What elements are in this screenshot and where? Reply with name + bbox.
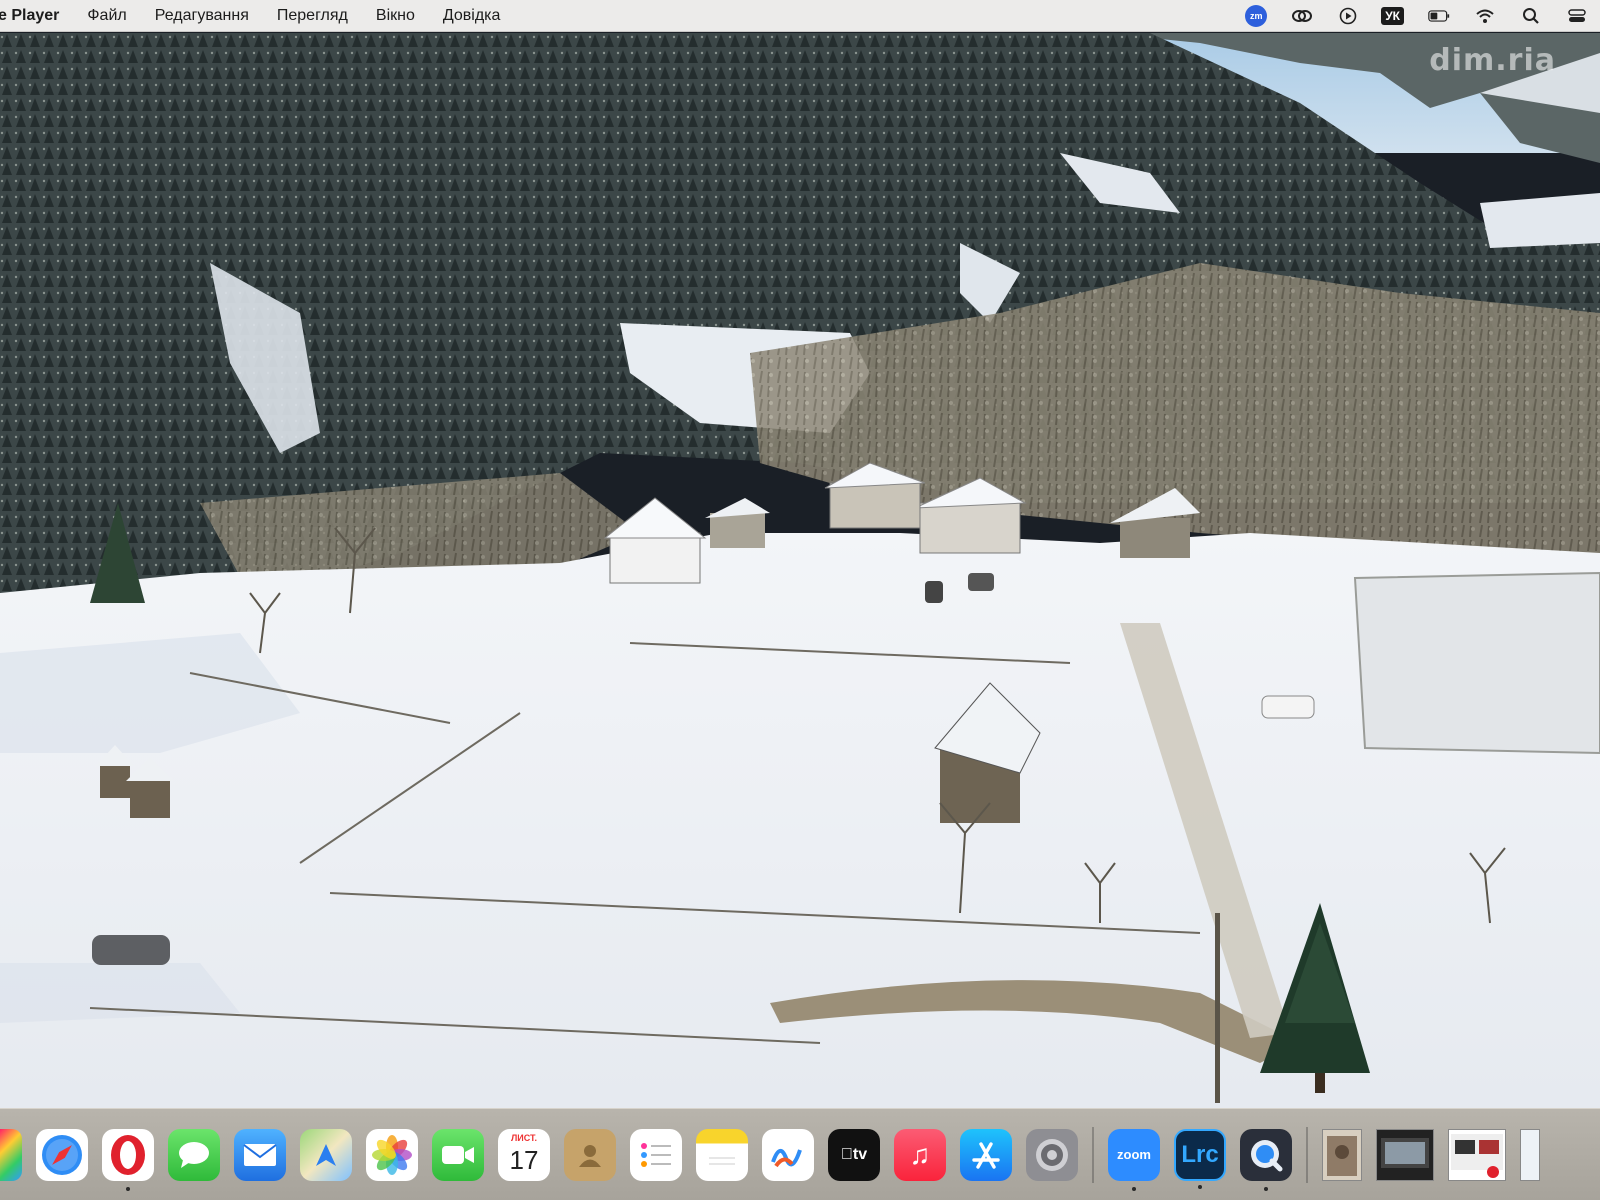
- launchpad-icon[interactable]: [0, 1128, 22, 1181]
- control-center-icon[interactable]: [1566, 5, 1588, 27]
- photos-icon[interactable]: [366, 1128, 418, 1181]
- system-settings-icon[interactable]: [1026, 1128, 1078, 1181]
- minimized-window-opera[interactable]: [1448, 1128, 1506, 1181]
- mail-icon[interactable]: [234, 1128, 286, 1181]
- lightroom-classic-icon[interactable]: Lrc: [1174, 1128, 1226, 1189]
- watermark-logo: dim.ria: [1429, 43, 1556, 78]
- opera-icon[interactable]: [102, 1128, 154, 1191]
- aerial-village-photo: dim.ria: [0, 33, 1600, 1108]
- input-language-badge[interactable]: УК: [1381, 7, 1404, 25]
- minimized-window-photo[interactable]: [1322, 1128, 1362, 1181]
- menu-bar: e Player Файл Редагування Перегляд Вікно…: [0, 0, 1600, 32]
- calendar-icon[interactable]: ЛИСТ. 17: [498, 1128, 550, 1181]
- zoom-status-icon[interactable]: zm: [1245, 5, 1268, 27]
- menu-file[interactable]: Файл: [87, 7, 126, 25]
- notes-icon[interactable]: [696, 1128, 748, 1181]
- music-icon[interactable]: ♫: [894, 1128, 946, 1181]
- dock: ЛИСТ. 17 tv ♫ zoom Lrc: [0, 1108, 1600, 1200]
- safari-icon[interactable]: [36, 1128, 88, 1181]
- menu-window[interactable]: Вікно: [376, 7, 415, 25]
- facetime-icon[interactable]: [432, 1128, 484, 1181]
- reminders-icon[interactable]: [630, 1128, 682, 1181]
- app-store-icon[interactable]: [960, 1128, 1012, 1181]
- dock-separator-2: [1306, 1126, 1308, 1183]
- minimized-window-document[interactable]: [1520, 1128, 1540, 1181]
- battery-icon[interactable]: [1428, 5, 1450, 27]
- menu-help[interactable]: Довідка: [443, 7, 501, 25]
- creative-cloud-icon[interactable]: [1291, 5, 1313, 27]
- quicktime-player-icon[interactable]: [1240, 1128, 1292, 1191]
- search-icon[interactable]: [1520, 5, 1542, 27]
- menu-edit[interactable]: Редагування: [155, 7, 249, 25]
- minimized-window-lightroom[interactable]: [1376, 1128, 1434, 1181]
- menu-view[interactable]: Перегляд: [277, 7, 348, 25]
- maps-icon[interactable]: [300, 1128, 352, 1181]
- app-menu[interactable]: e Player: [0, 7, 59, 25]
- dock-separator: [1092, 1126, 1094, 1183]
- messages-icon[interactable]: [168, 1128, 220, 1181]
- play-icon[interactable]: [1337, 5, 1359, 27]
- freeform-icon[interactable]: [762, 1128, 814, 1181]
- contacts-icon[interactable]: [564, 1128, 616, 1181]
- zoom-app-icon[interactable]: zoom: [1108, 1128, 1160, 1191]
- apple-tv-icon[interactable]: tv: [828, 1128, 880, 1181]
- status-area: zm УК: [1221, 0, 1588, 32]
- wifi-icon[interactable]: [1474, 5, 1496, 27]
